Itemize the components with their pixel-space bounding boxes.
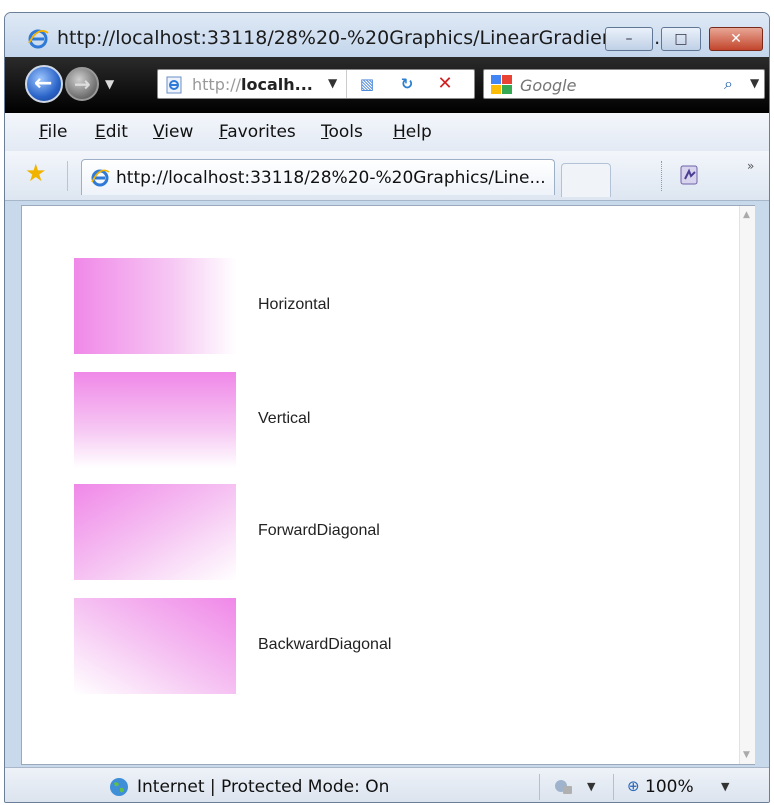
new-tab-button[interactable] xyxy=(561,163,611,197)
vertical-scrollbar[interactable]: ▲ ▼ xyxy=(739,206,755,764)
zoom-icon[interactable]: ⊕ xyxy=(627,777,640,795)
page-viewport: Horizontal Vertical ForwardDiagonal Back… xyxy=(21,205,755,765)
navigation-bar: ← → ▼ http://localh... ▼ ▧ ↻ ✕ Google ⌕ … xyxy=(5,57,769,113)
compatibility-view-icon[interactable]: ▧ xyxy=(356,74,378,94)
address-prefix: http:// xyxy=(192,75,242,94)
backward-diagonal-gradient-swatch xyxy=(74,598,236,694)
forward-button[interactable]: → xyxy=(65,67,99,101)
tab-active[interactable]: http://localhost:33118/28%20-%20Graphics… xyxy=(81,159,555,195)
tab-title: http://localhost:33118/28%20-%20Graphics… xyxy=(116,168,546,188)
address-text: http://localh... xyxy=(192,75,313,94)
refresh-icon[interactable]: ↻ xyxy=(396,74,418,94)
horizontal-gradient-swatch xyxy=(74,258,236,354)
status-divider-2 xyxy=(613,774,614,800)
address-host: localh... xyxy=(241,75,313,94)
tab-bar: ★ http://localhost:33118/28%20-%20Graphi… xyxy=(5,151,769,201)
address-field[interactable]: http://localh... ▼ ▧ ↻ ✕ xyxy=(157,69,475,99)
menu-help[interactable]: Help xyxy=(393,122,432,142)
forward-arrow-icon: → xyxy=(74,72,91,96)
forward-diagonal-label: ForwardDiagonal xyxy=(258,522,380,539)
maximize-button[interactable]: □ xyxy=(661,27,701,51)
backward-diagonal-label: BackwardDiagonal xyxy=(258,636,392,653)
search-input[interactable] xyxy=(520,74,720,96)
vertical-label: Vertical xyxy=(258,410,311,427)
address-dropdown[interactable]: ▼ xyxy=(328,76,337,90)
magnifier-icon[interactable]: ⌕ xyxy=(724,74,733,94)
more-tools-chevron-icon[interactable]: » xyxy=(747,159,754,173)
menu-edit[interactable]: Edit xyxy=(95,122,128,142)
google-icon xyxy=(491,75,512,94)
scroll-down-icon[interactable]: ▼ xyxy=(743,750,750,760)
security-dropdown[interactable]: ▼ xyxy=(587,780,595,793)
globe-icon xyxy=(110,778,128,796)
recent-pages-dropdown[interactable]: ▼ xyxy=(105,77,114,91)
horizontal-label: Horizontal xyxy=(258,296,331,313)
status-bar: Internet | Protected Mode: On ▼ ⊕ 100% ▼ xyxy=(5,767,769,802)
page-tools-icon[interactable] xyxy=(677,163,703,187)
minimize-button[interactable]: – xyxy=(605,27,653,51)
back-button[interactable]: ← xyxy=(25,65,63,103)
address-divider xyxy=(346,70,347,98)
menu-favorites[interactable]: Favorites xyxy=(219,122,296,142)
zoom-dropdown[interactable]: ▼ xyxy=(721,780,729,793)
browser-window: http://localhost:33118/28%20-%20Graphics… xyxy=(4,12,770,803)
favorites-divider xyxy=(67,161,68,191)
toolbar-divider xyxy=(661,161,662,191)
search-box[interactable]: ⌕ ▼ xyxy=(483,69,765,99)
menu-tools[interactable]: Tools xyxy=(321,122,363,142)
menu-file[interactable]: File xyxy=(39,122,67,142)
security-zone-text[interactable]: Internet | Protected Mode: On xyxy=(137,777,389,797)
title-bar: http://localhost:33118/28%20-%20Graphics… xyxy=(5,13,769,57)
security-lock-icon[interactable] xyxy=(553,778,575,796)
forward-diagonal-gradient-swatch xyxy=(74,484,236,580)
window-title: http://localhost:33118/28%20-%20Graphics… xyxy=(57,27,673,49)
stop-icon[interactable]: ✕ xyxy=(434,74,456,94)
close-button[interactable]: ✕ xyxy=(709,27,763,51)
status-divider xyxy=(539,774,540,800)
favorites-star-icon[interactable]: ★ xyxy=(25,161,47,185)
zoom-level[interactable]: 100% xyxy=(645,777,694,797)
menu-bar: File Edit View Favorites Tools Help xyxy=(5,113,769,151)
scroll-up-icon[interactable]: ▲ xyxy=(743,210,750,220)
search-dropdown[interactable]: ▼ xyxy=(750,76,759,90)
ie-logo-icon xyxy=(28,29,49,49)
ie-page-icon xyxy=(91,169,110,187)
page-icon xyxy=(166,76,182,94)
menu-view[interactable]: View xyxy=(153,122,193,142)
back-arrow-icon: ← xyxy=(34,71,53,96)
vertical-gradient-swatch xyxy=(74,372,236,468)
